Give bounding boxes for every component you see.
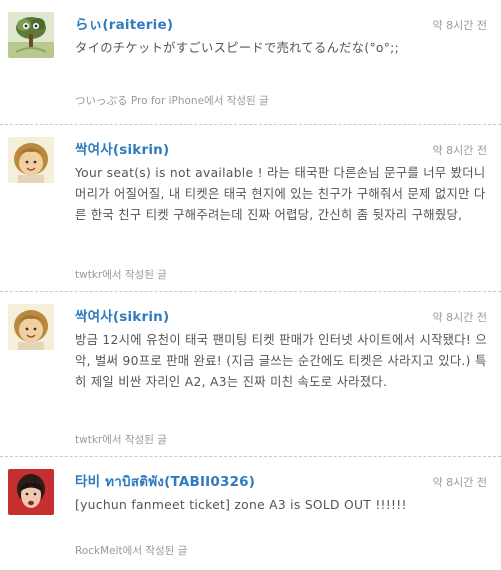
tweet-header: 타비 ทาบิสติพัง(TABII0326) 약 8시간 전	[75, 470, 487, 490]
tweet-timestamp[interactable]: 약 8시간 전	[433, 142, 487, 158]
tweet-timestamp[interactable]: 약 8시간 전	[433, 17, 487, 33]
tweet-source: twtkr에서 작성된 글	[75, 269, 167, 281]
tweet-timestamp[interactable]: 약 8시간 전	[433, 474, 487, 490]
tweet-header: 싹여사(sikrin) 약 8시간 전	[75, 305, 487, 325]
tweet-username-link[interactable]: 싹여사(sikrin)	[75, 138, 169, 158]
tweet-item: 싹여사(sikrin) 약 8시간 전 Your seat(s) is not …	[0, 125, 501, 292]
person-avatar-icon[interactable]	[8, 469, 54, 515]
tweet-item: らぃ(raiterie) 약 8시간 전 タイのチケットがすごいスピードで売れて…	[0, 0, 501, 125]
tweet-username-link[interactable]: 타비 ทาบิสติพัง(TABII0326)	[75, 470, 255, 492]
tweet-username-link[interactable]: 싹여사(sikrin)	[75, 305, 169, 325]
person-avatar-icon[interactable]	[8, 304, 54, 350]
tweet-content: 싹여사(sikrin) 약 8시간 전 Your seat(s) is not …	[75, 138, 487, 226]
tweet-header: らぃ(raiterie) 약 8시간 전	[75, 13, 487, 33]
tweet-text: タイのチケットがすごいスピードで売れてるんだな(°o°;;	[75, 41, 400, 55]
tweet-item: 타비 ทาบิสติพัง(TABII0326) 약 8시간 전 [yuchun…	[0, 457, 501, 571]
tweet-feed: らぃ(raiterie) 약 8시간 전 タイのチケットがすごいスピードで売れて…	[0, 0, 501, 571]
tweet-content: 싹여사(sikrin) 약 8시간 전 방금 12시에 유천이 태국 팬미팅 티…	[75, 305, 487, 393]
tweet-source: ついっぷる Pro for iPhone에서 작성된 글	[75, 95, 269, 107]
tweet-source: RockMelt에서 작성된 글	[75, 545, 188, 557]
tweet-source: twtkr에서 작성된 글	[75, 434, 167, 446]
tweet-username-link[interactable]: らぃ(raiterie)	[75, 13, 173, 33]
tree-avatar-icon[interactable]	[8, 12, 54, 58]
tweet-item: 싹여사(sikrin) 약 8시간 전 방금 12시에 유천이 태국 팬미팅 티…	[0, 292, 501, 457]
tweet-content: 타비 ทาบิสติพัง(TABII0326) 약 8시간 전 [yuchun…	[75, 470, 487, 516]
tweet-content: らぃ(raiterie) 약 8시간 전 タイのチケットがすごいスピードで売れて…	[75, 13, 487, 59]
tweet-text: Your seat(s) is not available ! 라는 태국판 다…	[75, 166, 486, 222]
tweet-header: 싹여사(sikrin) 약 8시간 전	[75, 138, 487, 158]
tweet-timestamp[interactable]: 약 8시간 전	[433, 309, 487, 325]
tweet-text: [yuchun fanmeet ticket] zone A3 is SOLD …	[75, 498, 407, 512]
person-avatar-icon[interactable]	[8, 137, 54, 183]
tweet-text: 방금 12시에 유천이 태국 팬미팅 티켓 판매가 인터넷 사이트에서 시작됐다…	[75, 333, 487, 389]
